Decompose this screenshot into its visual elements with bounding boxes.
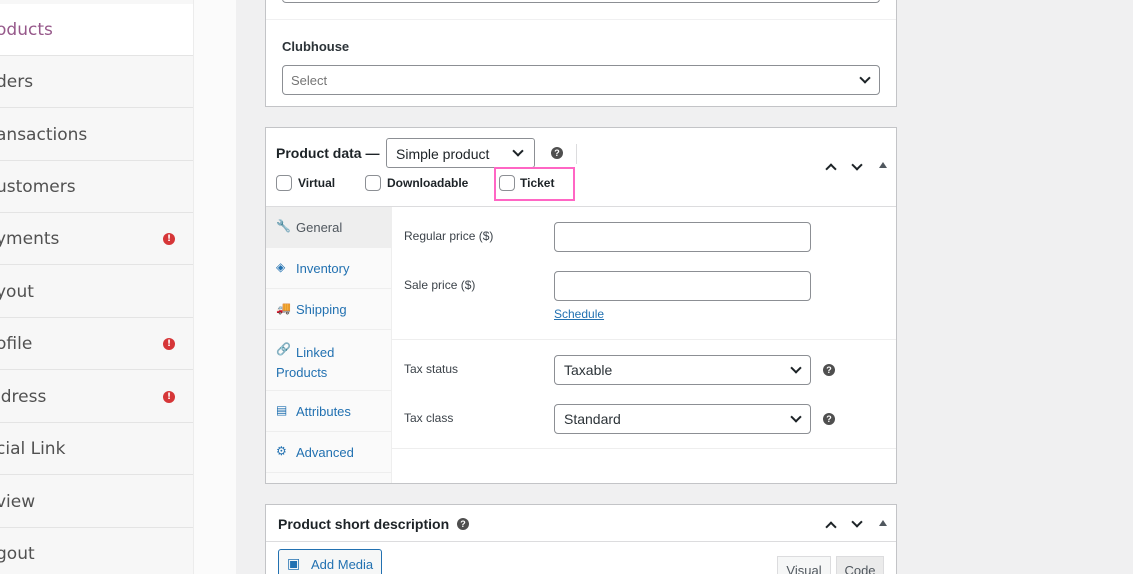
add-media-label: Add Media — [311, 557, 374, 572]
tab-label: General — [296, 220, 343, 235]
downloadable-checkbox[interactable] — [365, 175, 381, 191]
tax-class-select[interactable]: Standard — [554, 404, 811, 434]
tax-status-select[interactable]: Taxable — [554, 355, 811, 385]
code-tab[interactable]: Code — [836, 556, 884, 574]
virtual-checkbox[interactable] — [276, 175, 292, 191]
sidebar-item-social-link[interactable]: cial Link — [0, 423, 193, 475]
sidebar-item-label: view — [0, 491, 36, 512]
sidebar-item-orders[interactable]: ders — [0, 56, 193, 108]
tab-label: Advanced — [296, 445, 354, 460]
wrench-icon: 🔧 — [276, 219, 291, 233]
help-icon[interactable]: ? — [457, 518, 469, 530]
sidebar-item-label: oducts — [0, 19, 53, 40]
alert-icon: ! — [163, 390, 175, 403]
downloadable-label: Downloadable — [387, 176, 469, 190]
move-down-icon[interactable] — [851, 516, 863, 528]
sidebar-item-payout[interactable]: yout — [0, 266, 193, 318]
sidebar-item-logout[interactable]: gout — [0, 528, 193, 574]
sidebar-item-products[interactable]: oducts — [0, 4, 193, 56]
alert-icon: ! — [163, 337, 175, 350]
alert-icon: ! — [163, 232, 175, 245]
sidebar-item-address[interactable]: ldress ! — [0, 371, 193, 423]
help-icon[interactable]: ? — [823, 364, 835, 376]
sale-price-label: Sale price ($) — [404, 278, 476, 292]
list-icon: ▤ — [276, 403, 288, 417]
visual-tab[interactable]: Visual — [777, 556, 831, 574]
move-up-icon[interactable] — [825, 163, 837, 175]
clubhouse-placeholder: Select — [291, 73, 328, 88]
header-separator — [576, 144, 577, 164]
sidebar-item-label: cial Link — [0, 438, 66, 459]
previous-field-bottom — [282, 0, 880, 3]
add-media-button[interactable]: ▣ Add Media — [278, 549, 382, 574]
short-description-panel: Product short description ? ▣ Add Media … — [265, 504, 897, 574]
tab-label: Shipping — [296, 302, 347, 317]
chevron-down-icon — [859, 72, 871, 84]
chevron-down-icon — [512, 145, 524, 157]
sidebar-item-label: yments — [0, 228, 60, 249]
help-icon[interactable]: ? — [823, 413, 835, 425]
tax-class-value: Standard — [564, 411, 621, 427]
regular-price-input[interactable] — [554, 222, 811, 252]
truck-icon: 🚚 — [276, 301, 291, 315]
tab-inventory[interactable]: ◈ Inventory — [266, 248, 391, 289]
sidebar-item-label: gout — [0, 543, 35, 564]
sidebar-item-profile[interactable]: ofile ! — [0, 318, 193, 370]
tab-general[interactable]: 🔧 General — [266, 207, 391, 248]
ticket-checkbox[interactable] — [499, 175, 515, 191]
tab-label: Attributes — [296, 404, 351, 419]
tax-status-value: Taxable — [564, 362, 613, 378]
chevron-down-icon — [790, 362, 802, 374]
short-description-title: Product short description — [278, 516, 450, 532]
move-down-icon[interactable] — [851, 159, 863, 171]
sidebar-item-transactions[interactable]: ansactions — [0, 109, 193, 161]
clubhouse-select[interactable]: Select — [282, 65, 880, 95]
chevron-down-icon — [790, 411, 802, 423]
tab-advanced[interactable]: ⚙ Advanced — [266, 432, 391, 473]
tax-status-label: Tax status — [404, 362, 459, 376]
sidebar-item-label: ders — [0, 71, 34, 92]
clubhouse-label: Clubhouse — [282, 39, 350, 54]
sidebar-item-review[interactable]: view — [0, 476, 193, 528]
sidebar-item-label: ofile — [0, 333, 33, 354]
sidebar-item-customers[interactable]: ustomers — [0, 161, 193, 213]
tab-attributes[interactable]: ▤ Attributes — [266, 391, 391, 432]
section-divider — [392, 339, 896, 340]
sidebar-item-label: yout — [0, 281, 34, 302]
account-sidebar: oducts ders ansactions ustomers yments !… — [0, 0, 194, 574]
sidebar-item-label: ansactions — [0, 124, 88, 145]
move-up-icon[interactable] — [825, 521, 837, 533]
product-data-title: Product data — — [276, 145, 380, 161]
tax-class-label: Tax class — [404, 411, 454, 425]
section-divider — [392, 448, 896, 449]
tab-linked-products[interactable]: 🔗 Linked Products — [266, 330, 391, 391]
tab-label: Linked Products — [276, 345, 335, 380]
tab-label: Inventory — [296, 261, 350, 276]
media-icon: ▣ — [287, 555, 301, 571]
header-divider — [266, 541, 896, 542]
divider — [266, 19, 896, 20]
ticket-label: Ticket — [520, 176, 555, 190]
sidebar-item-payments[interactable]: yments ! — [0, 213, 193, 265]
collapse-toggle-icon[interactable] — [879, 520, 887, 526]
sidebar-item-label: ldress — [0, 386, 47, 407]
collapse-toggle-icon[interactable] — [879, 162, 887, 168]
virtual-label: Virtual — [298, 176, 336, 190]
sidebar-gutter — [194, 0, 236, 574]
gear-icon: ⚙ — [276, 444, 287, 458]
tab-shipping[interactable]: 🚚 Shipping — [266, 289, 391, 330]
product-data-panel: Product data — Simple product ? Virtual … — [265, 127, 897, 484]
sidebar-item-label: ustomers — [0, 176, 76, 197]
help-icon[interactable]: ? — [551, 147, 563, 159]
product-data-tabs: 🔧 General ◈ Inventory 🚚 Shipping 🔗 Linke… — [266, 207, 392, 483]
product-type-select[interactable]: Simple product — [386, 138, 535, 168]
clubhouse-panel: Clubhouse Select — [265, 0, 897, 107]
regular-price-label: Regular price ($) — [404, 229, 494, 243]
product-type-value: Simple product — [396, 146, 490, 162]
tag-icon: ◈ — [276, 260, 286, 274]
schedule-link[interactable]: Schedule — [554, 307, 604, 321]
sale-price-input[interactable] — [554, 271, 811, 301]
